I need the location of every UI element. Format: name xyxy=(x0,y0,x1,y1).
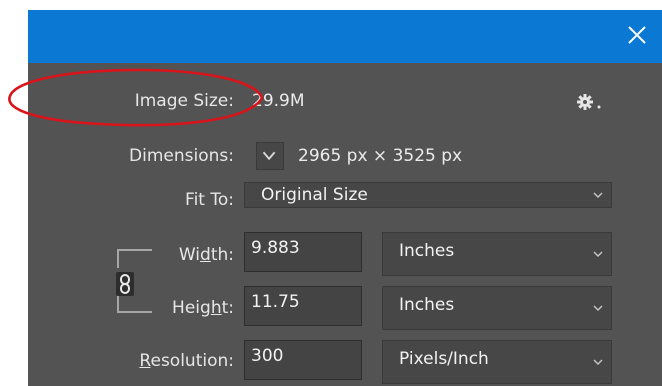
resolution-unit-selected: Pixels/Inch xyxy=(399,349,489,369)
chevron-down-icon xyxy=(593,192,603,198)
dimensions-units-dropdown[interactable] xyxy=(256,142,284,170)
dimensions-label: Dimensions: xyxy=(129,146,234,166)
image-size-label: Image Size: xyxy=(134,91,234,111)
chevron-down-icon xyxy=(262,151,276,161)
gear-icon[interactable] xyxy=(576,92,604,112)
width-unit-select[interactable]: Inches xyxy=(382,232,612,276)
width-label: Width: xyxy=(178,245,234,265)
resolution-label: Resolution: xyxy=(139,351,234,371)
chevron-down-icon xyxy=(593,251,603,257)
chevron-down-icon xyxy=(593,359,603,365)
fit-to-selected: Original Size xyxy=(261,185,368,205)
height-input[interactable]: 11.75 xyxy=(244,286,362,326)
height-label: Height: xyxy=(172,298,234,318)
image-size-value: 29.9M xyxy=(252,91,305,111)
width-input[interactable]: 9.883 xyxy=(244,232,362,272)
close-icon[interactable] xyxy=(624,22,650,48)
height-unit-select[interactable]: Inches xyxy=(382,286,612,330)
resolution-unit-select[interactable]: Pixels/Inch xyxy=(382,340,612,384)
image-size-dialog: Image Size: 29.9M Dimensions: 2965 px × … xyxy=(28,10,662,386)
resolution-input[interactable]: 300 xyxy=(244,340,362,380)
fit-to-label: Fit To: xyxy=(185,190,234,210)
chain-link-icon[interactable] xyxy=(116,272,134,296)
fit-to-select[interactable]: Original Size xyxy=(244,182,612,208)
chevron-down-icon xyxy=(593,305,603,311)
dimensions-value: 2965 px × 3525 px xyxy=(298,146,463,166)
width-unit-selected: Inches xyxy=(399,241,455,261)
height-unit-selected: Inches xyxy=(399,295,455,315)
title-bar xyxy=(28,10,662,63)
